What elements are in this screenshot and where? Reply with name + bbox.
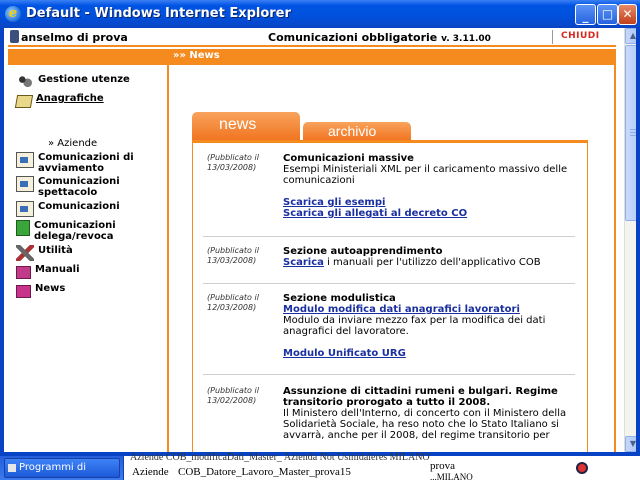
tools-icon — [16, 245, 34, 261]
nav-label: Anagrafiche — [36, 93, 104, 104]
minimize-button[interactable]: _ — [575, 4, 596, 25]
news-body: Sezione modulistica Modulo modifica dati… — [283, 293, 573, 359]
news-date: (Pubblicato il 13/03/2008) — [207, 246, 259, 265]
nav-item-news[interactable]: News — [16, 283, 65, 298]
document-icon — [16, 152, 34, 168]
program-label: Programmi di — [19, 462, 87, 473]
scroll-up-button[interactable]: ▲ — [625, 28, 636, 44]
nav-item-comunicazioni-delega[interactable]: Comunicazioni delega/revoca — [16, 220, 134, 242]
nav-item-comunicazioni[interactable]: Comunicazioni — [16, 201, 120, 217]
window-title: Default - Windows Internet Explorer — [26, 6, 291, 21]
minimize-icon: _ — [582, 9, 589, 23]
news-date: (Pubblicato il 13/02/2008) — [207, 386, 259, 405]
app-header: anselmo di prova Comunicazioni obbligato… — [8, 28, 616, 47]
nav-label: Comunicazioni di avviamento — [38, 152, 134, 174]
chiudi-link[interactable]: CHIUDI — [561, 31, 600, 41]
news-body: Comunicazioni massive Esempi Ministerial… — [283, 153, 573, 219]
news-text: Modulo da inviare mezzo fax per la modif… — [283, 315, 546, 337]
modulo-modifica-link[interactable]: Modulo modifica dati anagrafici lavorato… — [283, 304, 573, 315]
green-doc-icon — [16, 220, 30, 236]
book-icon — [14, 95, 34, 108]
scarica-esempi-link[interactable]: Scarica gli esempi — [283, 197, 573, 208]
background-cell: COB_Datore_Lavoro_Master_prova15 — [178, 466, 351, 478]
nav-item-comunicazioni-avviamento[interactable]: Comunicazioni di avviamento — [16, 152, 138, 174]
header-divider — [552, 30, 553, 44]
background-cell: Aziende — [132, 466, 169, 478]
scrollbar-thumb[interactable] — [625, 45, 636, 221]
sidebar-nav: Gestione utenze Anagrafiche » Aziende Co… — [8, 65, 169, 452]
nav-label: Comunicazioni delega/revoca — [34, 220, 116, 242]
nav-item-gestione-utenze[interactable]: Gestione utenze — [16, 74, 130, 90]
maximize-icon: □ — [601, 7, 614, 21]
page-viewport: anselmo di prova Comunicazioni obbligato… — [4, 28, 636, 452]
close-icon: ✕ — [622, 7, 633, 21]
users-icon — [16, 74, 34, 90]
record-icon — [576, 462, 588, 474]
nav-label: Manuali — [35, 264, 80, 275]
nav-item-manuali[interactable]: Manuali — [16, 264, 80, 279]
news-item: (Pubblicato il 13/03/2008) Comunicazioni… — [203, 153, 575, 237]
scarica-manuali-link[interactable]: Scarica — [283, 257, 324, 268]
close-window-button[interactable]: ✕ — [618, 4, 637, 25]
nav-label: News — [35, 283, 66, 294]
window-border-right — [636, 28, 640, 456]
breadcrumb: »» News — [173, 50, 220, 61]
modulo-unificato-link[interactable]: Modulo Unificato URG — [283, 348, 573, 359]
scroll-down-button[interactable]: ▼ — [625, 436, 636, 452]
news-text: Scarica i manuali per l'utilizzo dell'ap… — [283, 257, 573, 268]
nav-label: Comunicazioni — [38, 201, 120, 212]
nav-label: Comunicazioni spettacolo — [38, 176, 120, 198]
user-name: anselmo di prova — [21, 31, 128, 44]
taskbar-band: Programmi di — [0, 456, 124, 480]
nav-subitem-aziende[interactable]: » Aziende — [48, 138, 97, 149]
news-title: Sezione modulistica — [283, 293, 396, 304]
news-body: Assunzione di cittadini rumeni e bulgari… — [283, 386, 573, 441]
nav-item-comunicazioni-spettacolo[interactable]: Comunicazioni spettacolo — [16, 176, 138, 198]
background-cell: ...MILANO — [430, 472, 473, 480]
maximize-button[interactable]: □ — [597, 4, 618, 25]
news-text: Il Ministero dell'Interno, di concerto c… — [283, 408, 567, 441]
nav-item-utilita[interactable]: Utilità — [16, 245, 73, 261]
news-date: (Pubblicato il 13/03/2008) — [207, 153, 259, 172]
news-title: Assunzione di cittadini rumeni e bulgari… — [283, 386, 558, 408]
scarica-allegati-link[interactable]: Scarica gli allegati al decreto CO — [283, 208, 573, 219]
document-icon — [16, 176, 34, 192]
news-panel: (Pubblicato il 13/03/2008) Comunicazioni… — [192, 140, 588, 452]
nav-item-anagrafiche[interactable]: Anagrafiche — [14, 93, 104, 108]
browser-window: e Default - Windows Internet Explorer _ … — [0, 0, 640, 456]
news-date: (Pubblicato il 12/03/2008) — [207, 293, 259, 312]
tab-archivio[interactable]: archivio — [303, 122, 411, 140]
news-item: (Pubblicato il 13/02/2008) Assunzione di… — [203, 386, 575, 452]
breadcrumb-bar: »» News — [8, 49, 616, 65]
news-icon — [16, 285, 31, 298]
nav-label: Utilità — [38, 245, 73, 256]
background-row-1: Aziende COB_modificaDati_Master_ Azienda… — [130, 452, 430, 463]
taskbar: Programmi di Aziende COB_modificaDati_Ma… — [0, 452, 640, 480]
document-icon — [16, 201, 34, 217]
nav-label: Gestione utenze — [38, 74, 130, 85]
background-cell: prova — [430, 460, 456, 472]
manual-icon — [16, 266, 31, 279]
title-bar[interactable]: e Default - Windows Internet Explorer _ … — [0, 0, 640, 28]
news-body: Sezione autoapprendimento Scarica i manu… — [283, 246, 573, 268]
main-content: archivio news (Pubblicato il 13/03/2008)… — [171, 65, 616, 452]
news-text-after: i manuali per l'utilizzo dell'applicativ… — [323, 257, 541, 268]
taskbar-program-button[interactable]: Programmi di — [4, 458, 120, 478]
app-version: v. 3.11.00 — [441, 34, 491, 44]
news-text: Esempi Ministeriali XML per il caricamen… — [283, 164, 568, 186]
news-item: (Pubblicato il 12/03/2008) Sezione modul… — [203, 293, 575, 375]
vertical-scrollbar[interactable]: ▲ ▼ — [624, 28, 636, 452]
tab-news[interactable]: news — [192, 112, 300, 140]
news-title: Comunicazioni massive — [283, 153, 414, 164]
app-title: Comunicazioni obbligatorie v. 3.11.00 — [268, 31, 491, 44]
user-icon — [10, 30, 19, 43]
app-title-text: Comunicazioni obbligatorie — [268, 31, 438, 44]
internet-explorer-icon: e — [5, 6, 21, 22]
news-title: Sezione autoapprendimento — [283, 246, 443, 257]
program-icon — [8, 464, 16, 472]
news-item: (Pubblicato il 13/03/2008) Sezione autoa… — [203, 246, 575, 284]
